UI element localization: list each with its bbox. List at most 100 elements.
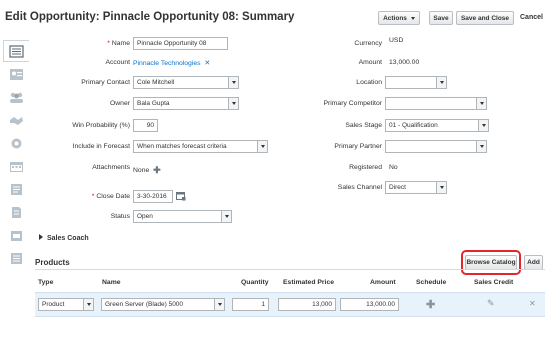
cancel-button[interactable]: Cancel — [520, 14, 543, 21]
primary-competitor-select[interactable] — [385, 97, 487, 110]
dropdown-arrow-icon[interactable] — [436, 182, 446, 193]
include-in-forecast-label: Include in Forecast — [72, 143, 130, 150]
sidebar-item-summary[interactable] — [3, 40, 29, 62]
close-date-input[interactable]: 3-30-2016 — [133, 190, 173, 203]
products-title: Products — [35, 258, 70, 267]
handshake-icon — [9, 116, 23, 125]
notes-icon — [10, 183, 22, 195]
attachment-icon — [10, 230, 22, 241]
win-probability-input[interactable]: 90 — [133, 119, 158, 132]
dropdown-arrow-icon[interactable] — [476, 98, 486, 109]
actions-menu-button[interactable]: Actions — [378, 11, 420, 25]
sidebar-item-documents[interactable] — [3, 201, 29, 223]
dropdown-arrow-icon[interactable] — [228, 77, 238, 88]
column-header-estimated-price: Estimated Price — [283, 279, 334, 286]
column-header-amount: Amount — [370, 279, 396, 286]
summary-icon — [9, 44, 24, 58]
clear-account-icon[interactable]: ✕ — [204, 60, 210, 67]
include-in-forecast-select[interactable]: When matches forecast criteria — [133, 140, 268, 153]
name-label: * Name — [107, 40, 130, 47]
attachments-value: None ✚ — [133, 165, 161, 175]
document-icon — [11, 206, 21, 218]
primary-competitor-label: Primary Competitor — [323, 100, 382, 107]
location-label: Location — [356, 79, 382, 86]
sales-coach-label: Sales Coach — [47, 235, 89, 242]
product-name-value: Green Server (Blade) 5000 — [105, 301, 184, 308]
sales-stage-select[interactable]: 01 - Qualification — [385, 119, 489, 132]
sidebar-item-notes[interactable] — [3, 178, 29, 200]
page-title: Edit Opportunity: Pinnacle Opportunity 0… — [5, 11, 295, 23]
name-input[interactable]: Pinnacle Opportunity 08 — [133, 37, 228, 50]
sidebar-item-deals[interactable] — [3, 109, 29, 131]
registered-value: No — [389, 164, 398, 171]
location-select[interactable] — [385, 76, 447, 89]
add-attachment-icon[interactable]: ✚ — [153, 165, 161, 175]
dropdown-arrow-icon[interactable] — [257, 141, 267, 152]
status-value: Open — [137, 213, 153, 220]
dropdown-arrow-icon[interactable] — [476, 141, 486, 152]
expand-triangle-icon — [39, 234, 43, 240]
currency-label: Currency — [354, 40, 382, 47]
delete-row-icon[interactable]: ✕ — [529, 299, 536, 308]
quantity-input[interactable]: 1 — [232, 298, 269, 311]
save-and-close-button[interactable]: Save and Close — [456, 11, 514, 25]
column-header-quantity: Quantity — [241, 279, 269, 286]
product-name-select[interactable]: Green Server (Blade) 5000 — [101, 298, 225, 311]
column-header-name: Name — [102, 279, 121, 286]
estimated-price-input[interactable]: 13,000 — [278, 298, 336, 311]
primary-partner-select[interactable] — [385, 140, 487, 153]
chevron-down-icon — [410, 16, 415, 20]
save-button[interactable]: Save — [429, 11, 453, 25]
sidebar-rail — [3, 40, 29, 290]
profile-card-icon — [9, 68, 23, 80]
sales-coach-toggle[interactable]: Sales Coach — [39, 234, 89, 242]
win-probability-label: Win Probability (%) — [72, 122, 130, 129]
add-schedule-icon[interactable]: ✚ — [426, 298, 435, 311]
dropdown-arrow-icon[interactable] — [214, 299, 224, 310]
owner-value: Bala Gupta — [137, 100, 170, 107]
column-header-type: Type — [38, 279, 54, 286]
account-value: Pinnacle Technologies ✕ — [133, 59, 210, 67]
required-asterisk: * — [91, 193, 95, 200]
sales-channel-label: Sales Channel — [337, 184, 382, 191]
attachments-label: Attachments — [92, 164, 130, 171]
edit-pencil-icon[interactable]: ✎ — [487, 298, 495, 309]
dropdown-arrow-icon[interactable] — [228, 98, 238, 109]
dropdown-arrow-icon[interactable] — [83, 299, 93, 310]
primary-contact-value: Cole Mitchell — [137, 79, 175, 86]
owner-select[interactable]: Bala Gupta — [133, 97, 239, 110]
account-link[interactable]: Pinnacle Technologies — [133, 60, 201, 67]
currency-value: USD — [389, 37, 404, 44]
sales-stage-value: 01 - Qualification — [389, 122, 438, 129]
sales-stage-label: Sales Stage — [345, 122, 382, 129]
dropdown-arrow-icon[interactable] — [221, 211, 231, 222]
product-type-select[interactable]: Product — [38, 298, 94, 311]
status-select[interactable]: Open — [133, 210, 232, 223]
dropdown-arrow-icon[interactable] — [436, 77, 446, 88]
amount-value: 13,000.00 — [389, 59, 420, 66]
primary-partner-label: Primary Partner — [334, 143, 382, 150]
sidebar-item-calendar[interactable] — [3, 155, 29, 177]
gear-icon — [11, 138, 21, 148]
column-header-schedule: Schedule — [416, 279, 447, 286]
add-product-button[interactable]: Add — [524, 255, 543, 270]
sidebar-item-list[interactable] — [3, 247, 29, 269]
sales-channel-select[interactable]: Direct — [385, 181, 447, 194]
required-asterisk: * — [107, 40, 110, 47]
sidebar-item-attachments[interactable] — [3, 224, 29, 246]
close-date-label: * Close Date — [91, 193, 130, 200]
sidebar-item-profile[interactable] — [3, 63, 29, 85]
include-in-forecast-value: When matches forecast criteria — [137, 143, 227, 150]
amount-input[interactable]: 13,000.00 — [340, 298, 399, 311]
list-icon — [10, 252, 22, 264]
team-icon — [9, 92, 23, 103]
actions-label: Actions — [383, 14, 407, 22]
sales-channel-value: Direct — [389, 184, 406, 191]
primary-contact-select[interactable]: Cole Mitchell — [133, 76, 239, 89]
calendar-icon[interactable] — [176, 191, 186, 201]
amount-label: Amount — [358, 59, 382, 66]
browse-catalog-button[interactable]: Browse Catalog — [465, 255, 517, 270]
sidebar-item-settings[interactable] — [3, 132, 29, 154]
sidebar-item-team[interactable] — [3, 86, 29, 108]
dropdown-arrow-icon[interactable] — [478, 120, 488, 131]
